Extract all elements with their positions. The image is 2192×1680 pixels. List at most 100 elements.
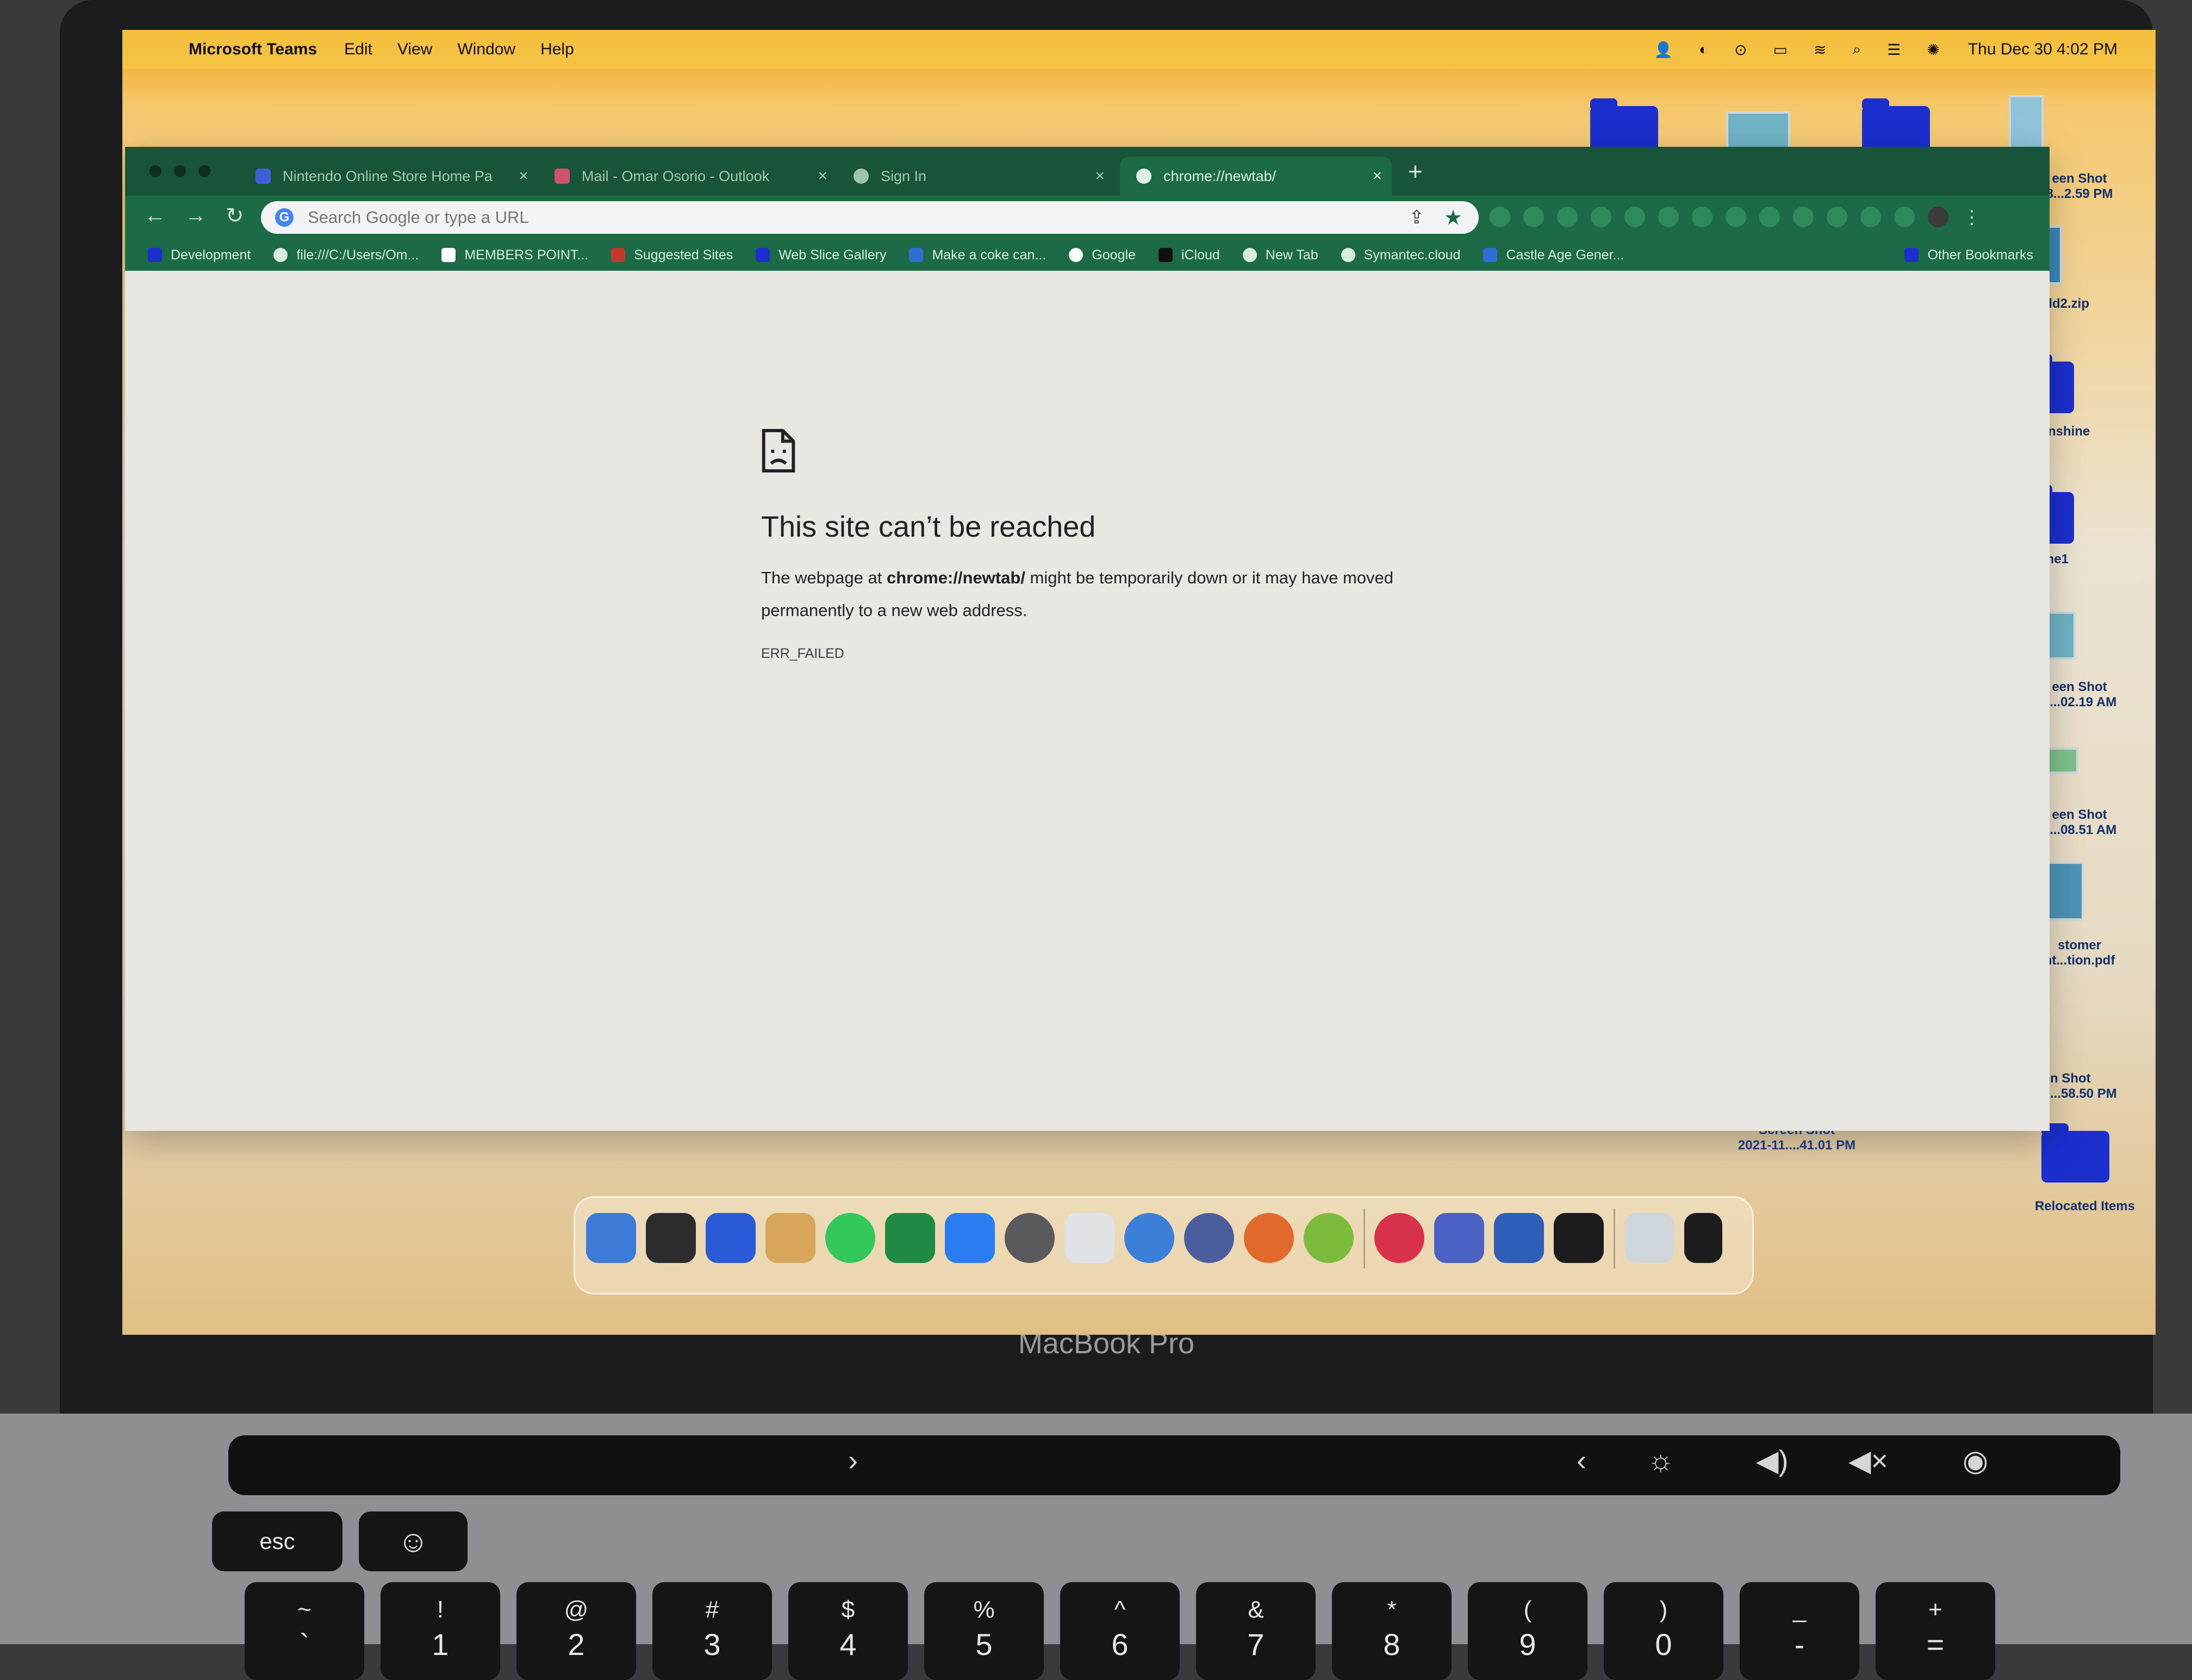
safari-icon[interactable] <box>706 1213 756 1263</box>
bookmark-new-tab[interactable]: New Tab <box>1242 247 1318 263</box>
touchbar-siri-icon[interactable]: ◉ <box>1963 1443 1988 1478</box>
bookmark-castle-age[interactable]: Castle Age Gener... <box>1483 247 1624 263</box>
extension-icon[interactable] <box>1692 207 1712 227</box>
menu-edit[interactable]: Edit <box>344 40 372 59</box>
close-window-button[interactable] <box>150 165 161 177</box>
battery-icon[interactable]: ▭ <box>1773 41 1788 59</box>
sync-icon[interactable]: ◐ <box>1699 41 1708 58</box>
key-5[interactable]: % 5 <box>924 1582 1044 1680</box>
bookmark-star-icon[interactable]: ★ <box>1444 206 1462 230</box>
menubar-clock[interactable]: Thu Dec 30 4:02 PM <box>1968 40 2118 59</box>
terminal-icon[interactable] <box>1064 1213 1114 1263</box>
reload-icon[interactable]: ↻ <box>226 203 244 228</box>
menu-help[interactable]: Help <box>540 40 574 59</box>
address-bar[interactable]: G ⇪ ★ <box>261 201 1479 234</box>
spiral-app-icon[interactable] <box>1374 1213 1424 1263</box>
puzzle-extensions-icon[interactable] <box>1827 207 1847 227</box>
user-switch-icon[interactable]: 👤 <box>1654 41 1673 59</box>
desktop-folder-icon[interactable] <box>2041 1123 2109 1183</box>
app-store-icon[interactable] <box>945 1213 995 1263</box>
menu-window[interactable]: Window <box>457 40 515 59</box>
key-3[interactable]: #3 <box>652 1582 772 1680</box>
extension-icon[interactable] <box>1591 207 1611 227</box>
firefox-icon[interactable] <box>1244 1213 1294 1263</box>
key-0[interactable]: ) 0 <box>1604 1582 1723 1680</box>
key-7[interactable]: & 7 <box>1196 1582 1316 1680</box>
close-tab-icon[interactable]: × <box>1372 167 1382 185</box>
tab-newtab[interactable]: chrome://newtab/ × <box>1120 157 1392 196</box>
system-preferences-icon[interactable] <box>1005 1213 1055 1263</box>
touchbar-chevron-icon[interactable]: › <box>848 1443 858 1477</box>
minimize-window-button[interactable] <box>174 165 186 177</box>
trash-icon[interactable] <box>1684 1213 1722 1263</box>
zoom-window-button[interactable] <box>198 165 210 177</box>
menu-view[interactable]: View <box>397 40 432 59</box>
back-arrow-icon[interactable]: ← <box>144 203 166 228</box>
screen-capture-icon[interactable] <box>1494 1213 1544 1263</box>
key-equals[interactable]: + = <box>1876 1582 1995 1680</box>
touch-bar[interactable] <box>228 1435 2120 1495</box>
bookmark-web-slice[interactable]: Web Slice Gallery <box>756 247 886 263</box>
extension-icon[interactable] <box>1793 207 1814 227</box>
extension-icon[interactable] <box>1523 207 1544 227</box>
touchbar-mute-icon[interactable]: ◀× <box>1848 1443 1888 1478</box>
launchpad-icon[interactable] <box>646 1213 696 1263</box>
key-backtick[interactable]: ~ ` <box>245 1582 364 1680</box>
other-bookmarks[interactable]: Other Bookmarks <box>1904 247 2033 263</box>
desktop-label-relocated[interactable]: Relocated Items <box>2014 1199 2156 1214</box>
extension-icon[interactable] <box>1490 207 1510 227</box>
bookmark-icloud[interactable]: iCloud <box>1158 247 1220 263</box>
key-1[interactable]: ! 1 <box>381 1582 500 1680</box>
key-6[interactable]: ^ 6 <box>1060 1582 1180 1680</box>
bookmark-google[interactable]: Google <box>1069 247 1136 263</box>
extension-icon[interactable] <box>1759 207 1780 227</box>
bookmark-suggested-sites[interactable]: Suggested Sites <box>611 247 733 263</box>
xcode-icon[interactable] <box>1124 1213 1174 1263</box>
close-tab-icon[interactable]: × <box>519 167 528 185</box>
extension-icon[interactable] <box>1726 207 1746 227</box>
close-tab-icon[interactable]: × <box>1095 167 1105 185</box>
extension-icon[interactable] <box>1624 207 1645 227</box>
facetime-icon[interactable] <box>885 1213 935 1263</box>
bookmark-members-point[interactable]: MEMBERS POINT... <box>441 247 588 263</box>
forward-arrow-icon[interactable]: → <box>185 203 207 228</box>
extension-icon[interactable] <box>1658 207 1679 227</box>
share-icon[interactable]: ⇪ <box>1409 207 1425 228</box>
extension-icon[interactable] <box>1557 207 1578 227</box>
bookmark-coke-can[interactable]: Make a coke can... <box>909 247 1046 263</box>
control-center-icon[interactable]: ☰ <box>1887 41 1901 59</box>
touchbar-volume-icon[interactable]: ◀) <box>1756 1443 1789 1478</box>
downloads-stack-icon[interactable] <box>1624 1213 1674 1263</box>
touchbar-brightness-icon[interactable]: ☼ <box>1647 1443 1674 1477</box>
finder-icon[interactable] <box>586 1213 636 1263</box>
notes-icon[interactable] <box>765 1213 815 1263</box>
globe-app-icon[interactable] <box>1304 1213 1354 1263</box>
messages-icon[interactable] <box>825 1213 875 1263</box>
chrome-app-icon[interactable] <box>1184 1213 1234 1263</box>
omnibox-input[interactable] <box>307 207 1342 228</box>
key-minus[interactable]: _ - <box>1740 1582 1859 1680</box>
bookmark-file-users[interactable]: file:///C:/Users/Om... <box>273 247 419 263</box>
tab-nintendo[interactable]: Nintendo Online Store Home Pa × <box>256 157 538 196</box>
kebab-menu-icon[interactable]: ⋮ <box>1961 207 1982 228</box>
new-tab-button[interactable]: + <box>1408 157 1423 186</box>
esc-key[interactable]: esc <box>212 1511 342 1571</box>
key-8[interactable]: * 8 <box>1332 1582 1452 1680</box>
play-icon[interactable]: ⊙ <box>1734 41 1747 59</box>
profile-avatar[interactable] <box>1928 207 1948 227</box>
tab-outlook[interactable]: Mail - Omar Osorio - Outlook × <box>555 157 837 196</box>
emoji-key[interactable]: ☺ <box>359 1511 468 1571</box>
menu-app-name[interactable]: Microsoft Teams <box>189 40 317 59</box>
spotlight-search-icon[interactable]: ⌕ <box>1853 41 1861 59</box>
bookmark-symantec[interactable]: Symantec.cloud <box>1341 247 1460 263</box>
key-2[interactable]: @2 <box>516 1582 636 1680</box>
key-4[interactable]: $4 <box>788 1582 908 1680</box>
key-9[interactable]: (9 <box>1468 1582 1587 1680</box>
siri-icon[interactable]: ✺ <box>1927 41 1939 59</box>
tab-sign-in[interactable]: Sign In × <box>854 157 1114 196</box>
lab-flask-icon[interactable] <box>1860 207 1881 227</box>
teams-icon[interactable] <box>1434 1213 1484 1263</box>
close-tab-icon[interactable]: × <box>818 167 827 185</box>
display-icon[interactable] <box>1554 1213 1604 1263</box>
bookmark-development[interactable]: Development <box>148 247 251 263</box>
